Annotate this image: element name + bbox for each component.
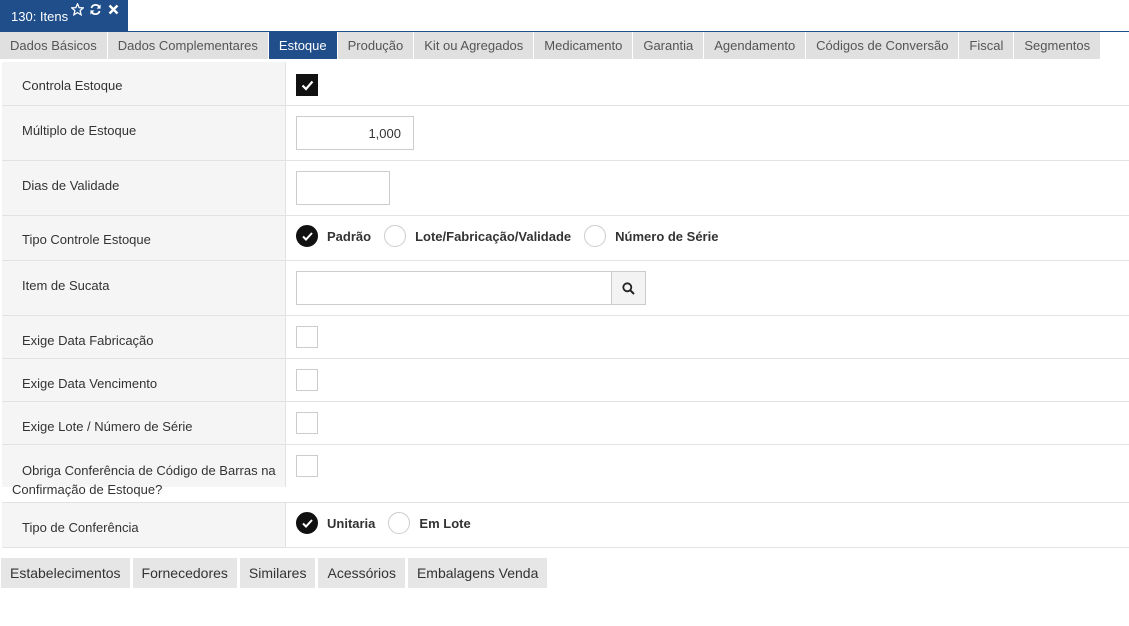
label-tipo-conferencia: Tipo de Conferência [2, 503, 286, 547]
radio-padrao[interactable]: Padrão [296, 225, 371, 247]
radio-lote-fabricacao-validade[interactable]: Lote/Fabricação/Validade [384, 225, 571, 247]
radio-unitaria[interactable]: Unitaria [296, 512, 375, 534]
check-icon [301, 80, 314, 91]
radio-circle-icon [384, 225, 407, 247]
tab-estabelecimentos[interactable]: Estabelecimentos [1, 558, 130, 588]
tab-bar: Dados Básicos Dados Complementares Estoq… [0, 32, 1102, 59]
row-tipo-conferencia: Tipo de Conferência Unitaria Em Lote [2, 503, 1129, 548]
radio-label: Padrão [327, 228, 372, 244]
window-tab[interactable]: 130: Itens [0, 0, 128, 32]
label-multiplo-estoque: Múltiplo de Estoque [2, 106, 286, 160]
label-dias-validade: Dias de Validade [2, 161, 286, 215]
estoque-form: Controla Estoque Múltiplo de Estoque 1,0… [2, 62, 1129, 548]
row-obriga-conferencia: Obriga Conferência de Código de Barras n… [2, 445, 1129, 503]
radio-numero-serie[interactable]: Número de Série [584, 225, 718, 247]
row-tipo-controle: Tipo Controle Estoque Padrão Lote/Fabric… [2, 216, 1129, 261]
bottom-tab-bar: Estabelecimentos Fornecedores Similares … [1, 558, 550, 588]
label-obriga-conferencia: Obriga Conferência de Código de Barras n… [2, 445, 286, 497]
tab-dados-complementares[interactable]: Dados Complementares [107, 32, 269, 59]
radio-label: Número de Série [615, 228, 719, 244]
radio-checked-icon [296, 225, 318, 247]
radio-label: Em Lote [419, 515, 471, 531]
tipo-controle-radiogroup: Padrão Lote/Fabricação/Validade Número d… [296, 225, 731, 247]
tab-estoque[interactable]: Estoque [268, 32, 338, 59]
row-exige-lote: Exige Lote / Número de Série [2, 402, 1129, 445]
tab-agendamento[interactable]: Agendamento [704, 32, 807, 59]
dias-validade-input[interactable] [296, 171, 390, 205]
tab-similares[interactable]: Similares [239, 558, 316, 588]
row-exige-data-fabricacao: Exige Data Fabricação [2, 316, 1129, 359]
row-controla-estoque: Controla Estoque [2, 62, 1129, 106]
exige-data-fabricacao-checkbox[interactable] [296, 326, 318, 348]
tab-acessorios[interactable]: Acessórios [318, 558, 405, 588]
tab-medicamento[interactable]: Medicamento [534, 32, 634, 59]
row-exige-data-vencimento: Exige Data Vencimento [2, 359, 1129, 402]
radio-circle-icon [584, 225, 607, 247]
radio-circle-icon [388, 512, 411, 534]
row-item-sucata: Item de Sucata [2, 261, 1129, 316]
radio-label: Unitaria [327, 515, 376, 531]
tab-kit-agregados[interactable]: Kit ou Agregados [414, 32, 535, 59]
tipo-conferencia-radiogroup: Unitaria Em Lote [296, 512, 484, 534]
radio-em-lote[interactable]: Em Lote [388, 512, 471, 534]
multiplo-estoque-input[interactable]: 1,000 [296, 116, 414, 150]
window-title: 130: Itens [11, 9, 69, 24]
tab-segmentos[interactable]: Segmentos [1014, 32, 1102, 59]
search-button[interactable] [611, 272, 645, 304]
obriga-conferencia-checkbox[interactable] [296, 455, 318, 477]
tab-garantia[interactable]: Garantia [633, 32, 705, 59]
row-multiplo-estoque: Múltiplo de Estoque 1,000 [2, 106, 1129, 161]
exige-lote-checkbox[interactable] [296, 412, 318, 434]
tab-dados-basicos[interactable]: Dados Básicos [0, 32, 108, 59]
label-exige-lote: Exige Lote / Número de Série [2, 402, 286, 444]
item-sucata-lookup [296, 271, 646, 305]
refresh-icon[interactable] [89, 3, 102, 16]
label-controla-estoque: Controla Estoque [2, 62, 286, 105]
radio-checked-icon [296, 512, 318, 534]
search-icon [622, 281, 635, 295]
tab-fornecedores[interactable]: Fornecedores [132, 558, 237, 588]
tab-embalagens-venda[interactable]: Embalagens Venda [407, 558, 548, 588]
controla-estoque-checkbox[interactable] [296, 74, 318, 96]
row-dias-validade: Dias de Validade [2, 161, 1129, 216]
exige-data-vencimento-checkbox[interactable] [296, 369, 318, 391]
close-icon[interactable] [107, 3, 120, 16]
label-exige-data-fabricacao: Exige Data Fabricação [2, 316, 286, 358]
label-tipo-controle: Tipo Controle Estoque [2, 216, 286, 260]
tab-codigos-conversao[interactable]: Códigos de Conversão [806, 32, 960, 59]
label-item-sucata: Item de Sucata [2, 261, 286, 315]
label-exige-data-vencimento: Exige Data Vencimento [2, 359, 286, 401]
item-sucata-input[interactable] [297, 272, 611, 304]
radio-label: Lote/Fabricação/Validade [415, 228, 572, 244]
star-icon[interactable] [71, 3, 84, 16]
tab-fiscal[interactable]: Fiscal [959, 32, 1015, 59]
tab-producao[interactable]: Produção [337, 32, 415, 59]
